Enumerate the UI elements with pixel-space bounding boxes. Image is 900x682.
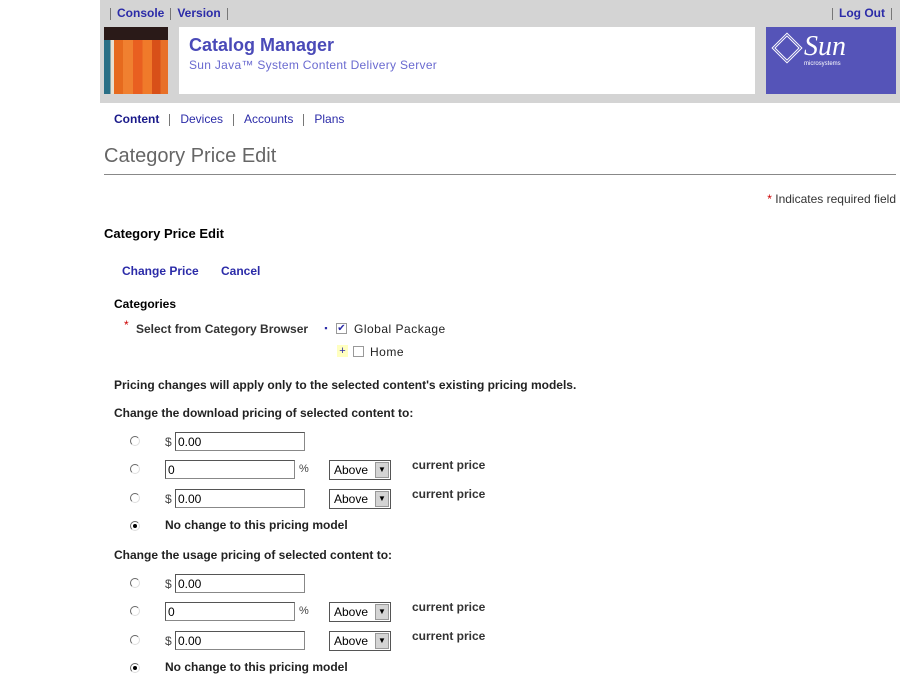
- top-links: Console Version: [104, 6, 234, 20]
- main-nav: Content Devices Accounts Plans: [114, 112, 344, 126]
- download-amount-input[interactable]: 0.00: [175, 489, 305, 508]
- input-value: 0: [168, 605, 175, 619]
- banner-image: [104, 27, 168, 94]
- usage-amount-direction-select[interactable]: Above ▼: [329, 631, 391, 651]
- cancel-button[interactable]: Cancel: [221, 264, 260, 278]
- current-price-label: current price: [412, 458, 486, 472]
- download-amount-direction-select[interactable]: Above ▼: [329, 489, 391, 509]
- sun-logo-wordmark: Sun: [804, 31, 846, 62]
- no-change-label: No change to this pricing model: [165, 518, 348, 532]
- required-note: * Indicates required field: [767, 192, 896, 206]
- download-percent-direction-select[interactable]: Above ▼: [329, 460, 391, 480]
- categories-label: Categories: [114, 297, 177, 311]
- change-price-button[interactable]: Change Price: [122, 264, 199, 278]
- home-checkbox[interactable]: [353, 346, 364, 357]
- percent-sign: %: [299, 463, 309, 475]
- input-value: 0.00: [178, 492, 202, 506]
- tree-item-label: Global Package: [354, 322, 446, 336]
- dollar-sign: $: [165, 634, 172, 648]
- download-percent-input[interactable]: 0: [165, 460, 295, 479]
- no-change-label: No change to this pricing model: [165, 660, 348, 674]
- category-browser-label: Select from Category Browser: [136, 322, 309, 336]
- global-package-checkbox[interactable]: ✔: [336, 323, 347, 334]
- collapse-icon[interactable]: ▪: [320, 323, 332, 334]
- current-price-label: current price: [412, 629, 486, 643]
- percent-sign: %: [299, 605, 309, 617]
- dropdown-arrow-icon: ▼: [375, 462, 389, 478]
- download-heading: Change the download pricing of selected …: [114, 406, 414, 420]
- usage-percent-input[interactable]: 0: [165, 602, 295, 621]
- banner: Catalog Manager Sun Java™ System Content…: [179, 27, 755, 94]
- input-value: 0: [168, 463, 175, 477]
- select-value: Above: [334, 634, 369, 648]
- section-title: Category Price Edit: [104, 226, 224, 241]
- dollar-sign: $: [165, 577, 172, 591]
- download-option-radio[interactable]: [130, 493, 140, 503]
- dollar-sign: $: [165, 435, 172, 449]
- nav-content[interactable]: Content: [114, 112, 159, 126]
- select-value: Above: [334, 492, 369, 506]
- download-fixed-price-input[interactable]: 0.00: [175, 432, 305, 451]
- required-note-text: Indicates required field: [775, 192, 896, 206]
- dropdown-arrow-icon: ▼: [375, 633, 389, 649]
- logout-link[interactable]: Log Out: [839, 6, 885, 20]
- version-link[interactable]: Version: [177, 6, 220, 20]
- usage-option-radio[interactable]: [130, 606, 140, 616]
- usage-option-radio[interactable]: [130, 663, 140, 673]
- expand-icon[interactable]: +: [337, 345, 348, 357]
- usage-fixed-price-input[interactable]: 0.00: [175, 574, 305, 593]
- select-value: Above: [334, 463, 369, 477]
- nav-accounts[interactable]: Accounts: [244, 112, 293, 126]
- download-option-radio[interactable]: [130, 436, 140, 446]
- console-link[interactable]: Console: [117, 6, 164, 20]
- usage-option-radio[interactable]: [130, 635, 140, 645]
- current-price-label: current price: [412, 487, 486, 501]
- sun-logo-text: microsystems: [804, 61, 841, 67]
- sun-logo: Sun microsystems: [766, 27, 896, 94]
- input-value: 0.00: [178, 634, 202, 648]
- app-subtitle: Sun Java™ System Content Delivery Server: [189, 58, 438, 72]
- select-value: Above: [334, 605, 369, 619]
- required-asterisk: *: [767, 192, 772, 206]
- app-title: Catalog Manager: [189, 35, 335, 55]
- input-value: 0.00: [178, 577, 202, 591]
- page-title: Category Price Edit: [104, 145, 277, 167]
- nav-plans[interactable]: Plans: [314, 112, 344, 126]
- usage-percent-direction-select[interactable]: Above ▼: [329, 602, 391, 622]
- download-option-radio[interactable]: [130, 521, 140, 531]
- tree-item-label: Home: [370, 345, 405, 359]
- download-option-radio[interactable]: [130, 464, 140, 474]
- input-value: 0.00: [178, 435, 202, 449]
- pricing-notice: Pricing changes will apply only to the s…: [114, 378, 577, 392]
- dollar-sign: $: [165, 492, 172, 506]
- current-price-label: current price: [412, 600, 486, 614]
- nav-devices[interactable]: Devices: [180, 112, 223, 126]
- sun-logo-icon: [771, 32, 803, 64]
- logout-area: Log Out: [826, 6, 898, 20]
- usage-amount-input[interactable]: 0.00: [175, 631, 305, 650]
- dropdown-arrow-icon: ▼: [375, 491, 389, 507]
- required-asterisk: *: [124, 318, 129, 332]
- dropdown-arrow-icon: ▼: [375, 604, 389, 620]
- usage-heading: Change the usage pricing of selected con…: [114, 548, 393, 562]
- usage-option-radio[interactable]: [130, 578, 140, 588]
- divider: [104, 174, 896, 175]
